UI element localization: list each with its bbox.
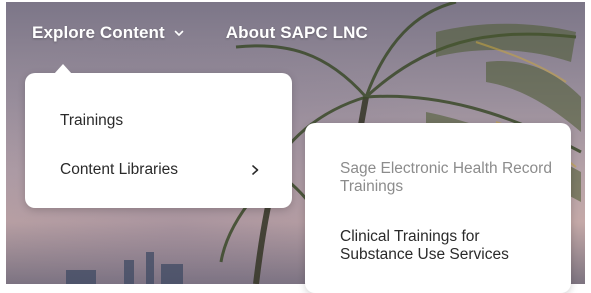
nav-explore-content[interactable]: Explore Content xyxy=(32,23,184,43)
top-nav: Explore Content About SAPC LNC xyxy=(32,23,368,43)
menu-item-label: Trainings xyxy=(60,112,124,129)
nav-explore-label: Explore Content xyxy=(32,23,165,42)
chevron-right-icon xyxy=(252,165,259,175)
submenu-item-sage-ehr-trainings[interactable]: Sage Electronic Health Record Trainings xyxy=(340,160,555,196)
chevron-down-icon xyxy=(174,30,184,36)
menu-item-label: Content Libraries xyxy=(60,161,179,178)
content-libraries-submenu: Sage Electronic Health Record Trainings … xyxy=(305,123,571,293)
menu-item-content-libraries[interactable]: Content Libraries xyxy=(60,161,260,179)
submenu-item-clinical-trainings[interactable]: Clinical Trainings for Substance Use Ser… xyxy=(340,228,555,264)
nav-about-label: About SAPC LNC xyxy=(225,23,368,42)
nav-about-sapc-lnc[interactable]: About SAPC LNC xyxy=(226,23,368,43)
menu-item-trainings[interactable]: Trainings xyxy=(60,112,123,130)
explore-dropdown-menu: Trainings Content Libraries xyxy=(25,64,292,208)
